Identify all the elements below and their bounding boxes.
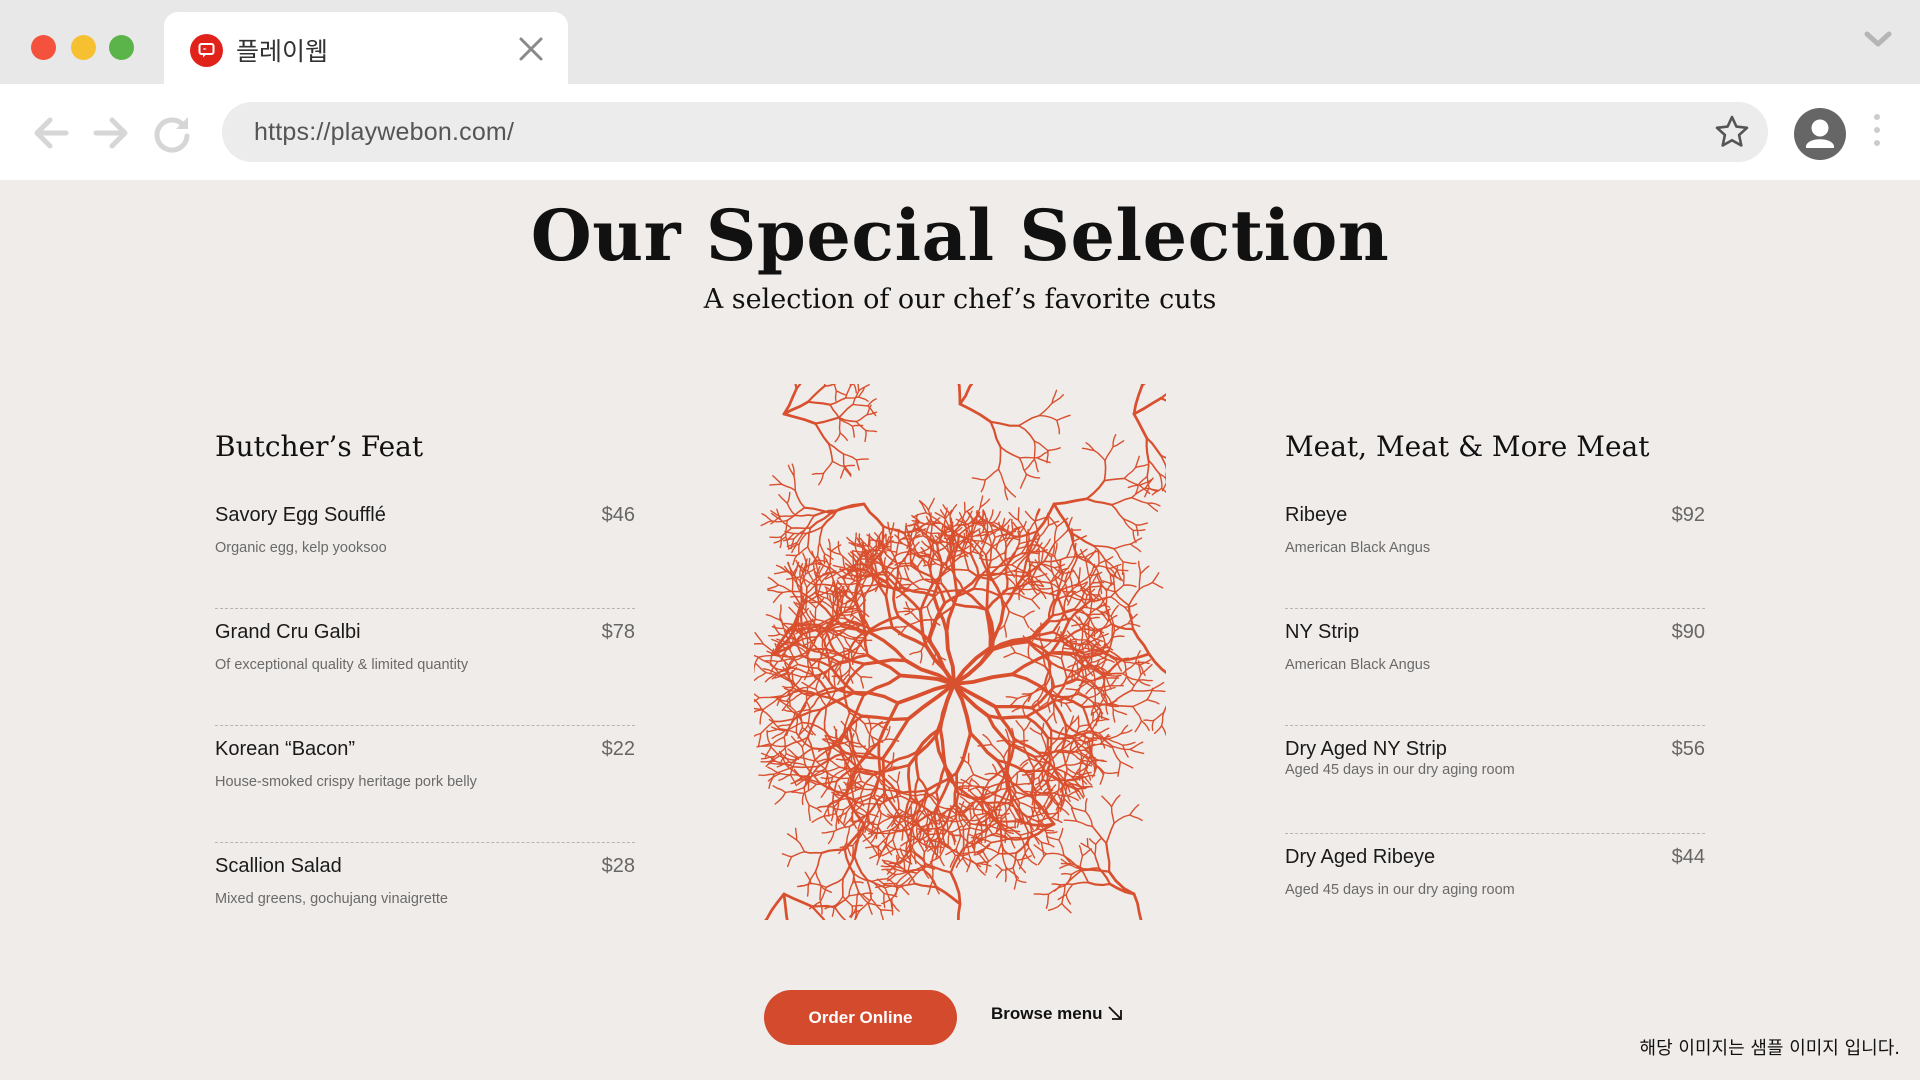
item-price: $22	[601, 738, 635, 760]
menu-section-right: Meat, Meat & More Meat Ribeye $92 Americ…	[1285, 430, 1705, 951]
menu-section-left: Butcher’s Feat Savory Egg Soufflé $46 Or…	[215, 430, 635, 960]
url-text[interactable]: https://playwebon.com/	[254, 118, 514, 147]
browse-menu-label: Browse menu	[991, 1004, 1103, 1023]
item-name: Savory Egg Soufflé	[215, 504, 386, 526]
item-name: NY Strip	[1285, 621, 1360, 643]
item-price: $78	[601, 621, 635, 643]
forward-arrow-icon[interactable]	[90, 112, 132, 159]
menu-item: Savory Egg Soufflé $46 Organic egg, kelp…	[215, 492, 635, 609]
maximize-window-button[interactable]	[109, 35, 134, 60]
section-title: Butcher’s Feat	[215, 430, 424, 463]
item-description: Mixed greens, gochujang vinaigrette	[215, 891, 448, 907]
item-name: Scallion Salad	[215, 855, 342, 877]
address-bar[interactable]: https://playwebon.com/	[222, 102, 1768, 162]
page-title: Our Special Selection	[530, 194, 1390, 277]
item-description: Aged 45 days in our dry aging room	[1285, 882, 1515, 898]
item-name: Dry Aged Ribeye	[1285, 846, 1436, 868]
reload-icon[interactable]	[150, 112, 194, 161]
minimize-window-button[interactable]	[71, 35, 96, 60]
menu-item: NY Strip $90 American Black Angus	[1285, 609, 1705, 726]
browser-tab[interactable]: 플레이웹	[164, 12, 568, 84]
section-title: Meat, Meat & More Meat	[1285, 430, 1650, 463]
chevron-down-icon[interactable]	[1864, 30, 1892, 55]
menu-item: Dry Aged Ribeye $44 Aged 45 days in our …	[1285, 834, 1705, 951]
close-window-button[interactable]	[31, 35, 56, 60]
menu-item: Korean “Bacon” $22 House-smoked crispy h…	[215, 726, 635, 843]
star-icon[interactable]	[1714, 114, 1750, 155]
item-price: $92	[1671, 504, 1705, 526]
item-description: Organic egg, kelp yooksoo	[215, 540, 387, 556]
item-description: American Black Angus	[1285, 657, 1431, 673]
item-name: Dry Aged NY Strip	[1285, 738, 1447, 760]
page-subtitle: A selection of our chef’s favorite cuts	[703, 284, 1217, 315]
item-price: $28	[601, 855, 635, 877]
tab-bar: 플레이웹	[0, 0, 1920, 84]
item-price: $90	[1671, 621, 1705, 643]
item-price: $56	[1671, 738, 1705, 760]
item-description: American Black Angus	[1285, 540, 1431, 556]
item-name: Korean “Bacon”	[215, 738, 356, 760]
coral-pattern-image	[754, 384, 1166, 920]
order-online-button[interactable]: Order Online	[764, 990, 957, 1045]
item-description: House-smoked crispy heritage pork belly	[215, 774, 477, 790]
kebab-menu-icon[interactable]	[1874, 114, 1882, 153]
menu-item: Scallion Salad $28 Mixed greens, gochuja…	[215, 843, 635, 960]
menu-item: Dry Aged NY Strip $56 Aged 45 days in ou…	[1285, 726, 1705, 834]
browse-menu-link[interactable]: Browse menu	[991, 1004, 1124, 1024]
item-name: Grand Cru Galbi	[215, 621, 361, 643]
item-description: Of exceptional quality & limited quantit…	[215, 657, 469, 673]
item-price: $44	[1671, 846, 1705, 868]
browser-toolbar: https://playwebon.com/	[0, 84, 1920, 180]
profile-icon[interactable]	[1794, 108, 1846, 160]
page-content: Our Special Selection A selection of our…	[0, 180, 1920, 1080]
menu-item: Grand Cru Galbi $78 Of exceptional quali…	[215, 609, 635, 726]
item-price: $46	[601, 504, 635, 526]
item-description: Aged 45 days in our dry aging room	[1285, 762, 1515, 778]
arrow-down-right-icon	[1108, 1006, 1123, 1020]
item-name: Ribeye	[1285, 504, 1348, 526]
favicon-icon	[190, 34, 223, 67]
tab-title: 플레이웹	[236, 37, 329, 66]
close-icon[interactable]	[516, 34, 546, 64]
back-arrow-icon[interactable]	[30, 112, 72, 159]
sample-image-notice: 해당 이미지는 샘플 이미지 입니다.	[1639, 1038, 1900, 1059]
menu-item: Ribeye $92 American Black Angus	[1285, 492, 1705, 609]
